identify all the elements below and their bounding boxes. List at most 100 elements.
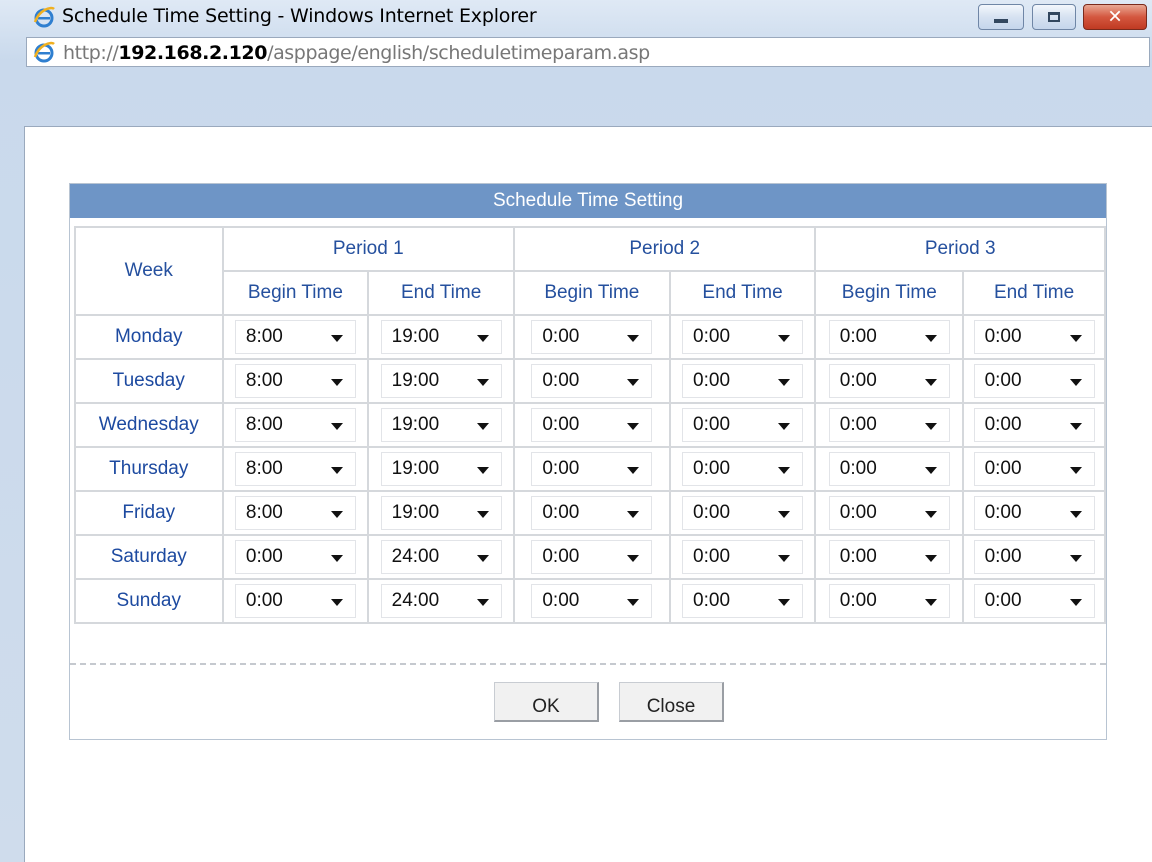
period-1-end-select[interactable]: 24:00 (380, 540, 502, 574)
period-3-begin-select[interactable]: 0:00 (828, 584, 950, 618)
dropdown-arrow-icon (778, 511, 791, 518)
period-3-begin-select[interactable]: 0:00 (828, 408, 950, 442)
close-button[interactable]: Close (619, 682, 724, 722)
minimize-button[interactable] (978, 4, 1024, 30)
time-cell: 8:00 (221, 402, 370, 448)
select-value: 0:00 (542, 326, 580, 347)
select-value: 0:00 (245, 590, 283, 611)
period-2-end-select[interactable]: 0:00 (682, 584, 804, 618)
period-2-end-select[interactable]: 0:00 (682, 540, 804, 574)
dropdown-arrow-icon (924, 335, 937, 342)
ok-button[interactable]: OK (494, 682, 599, 722)
select-value: 0:00 (693, 502, 731, 523)
select-value: 0:00 (542, 546, 580, 567)
select-value: 0:00 (542, 458, 580, 479)
select-value: 0:00 (542, 502, 580, 523)
close-window-button[interactable]: ✕ (1083, 4, 1147, 30)
time-cell: 0:00 (668, 358, 817, 404)
period-2-begin-select[interactable]: 0:00 (531, 408, 653, 442)
schedule-rows: Monday 8:00 19:00 0:00 0:00 0:00 0:00 Tuesday 8:… (74, 314, 1106, 624)
dropdown-arrow-icon (330, 379, 343, 386)
maximize-button[interactable] (1032, 4, 1076, 30)
period-1-end-select[interactable]: 19:00 (380, 364, 502, 398)
period-3-begin-select[interactable]: 0:00 (828, 540, 950, 574)
time-cell: 0:00 (513, 358, 671, 404)
period-2-begin-select[interactable]: 0:00 (531, 364, 653, 398)
period-1-begin-select[interactable]: 0:00 (234, 540, 356, 574)
period-2-end-select[interactable]: 0:00 (682, 320, 804, 354)
day-label: Thursday (74, 446, 224, 492)
dropdown-arrow-icon (1069, 423, 1082, 430)
time-cell: 0:00 (513, 534, 671, 580)
period-1-end-select[interactable]: 19:00 (380, 408, 502, 442)
address-bar[interactable]: http://192.168.2.120/asppage/english/sch… (26, 37, 1150, 67)
period-1-end-select[interactable]: 24:00 (380, 584, 502, 618)
period-3-begin-select[interactable]: 0:00 (828, 496, 950, 530)
dropdown-arrow-icon (924, 599, 937, 606)
select-value: 0:00 (984, 502, 1022, 523)
select-value: 0:00 (693, 326, 731, 347)
period-1-begin-select[interactable]: 8:00 (234, 496, 356, 530)
period-2-begin-select[interactable]: 0:00 (531, 540, 653, 574)
maximize-icon (1048, 12, 1060, 22)
minimize-icon (994, 19, 1008, 23)
period-1-end-select[interactable]: 19:00 (380, 320, 502, 354)
period-1-begin-select[interactable]: 8:00 (234, 408, 356, 442)
day-label: Wednesday (74, 402, 224, 448)
panel-title: Schedule Time Setting (70, 184, 1106, 218)
ie-logo-icon (33, 6, 55, 28)
dropdown-arrow-icon (778, 423, 791, 430)
table-row: Thursday 8:00 19:00 0:00 0:00 0:00 0:00 (74, 446, 1106, 492)
period-2-begin-select[interactable]: 0:00 (531, 496, 653, 530)
period-1-begin-select[interactable]: 8:00 (234, 364, 356, 398)
period-2-end-select[interactable]: 0:00 (682, 496, 804, 530)
period-3-begin-select[interactable]: 0:00 (828, 320, 950, 354)
time-cell: 0:00 (814, 534, 965, 580)
period-2-end-select[interactable]: 0:00 (682, 452, 804, 486)
select-value: 0:00 (839, 458, 877, 479)
begin-time-header: Begin Time (814, 270, 965, 316)
title-bar[interactable]: Schedule Time Setting - Windows Internet… (0, 0, 1152, 34)
period-3-end-select[interactable]: 0:00 (973, 452, 1095, 486)
period-1-begin-select[interactable]: 8:00 (234, 320, 356, 354)
period-3-begin-select[interactable]: 0:00 (828, 364, 950, 398)
dropdown-arrow-icon (330, 599, 343, 606)
dropdown-arrow-icon (476, 555, 489, 562)
period-2-begin-select[interactable]: 0:00 (531, 452, 653, 486)
period-3-end-select[interactable]: 0:00 (973, 584, 1095, 618)
dropdown-arrow-icon (924, 423, 937, 430)
period-3-begin-select[interactable]: 0:00 (828, 452, 950, 486)
select-value: 24:00 (391, 546, 440, 567)
period-1-end-select[interactable]: 19:00 (380, 452, 502, 486)
dropdown-arrow-icon (1069, 379, 1082, 386)
period-3-end-select[interactable]: 0:00 (973, 364, 1095, 398)
period-3-end-select[interactable]: 0:00 (973, 320, 1095, 354)
period-2-begin-select[interactable]: 0:00 (531, 320, 653, 354)
period-3-end-select[interactable]: 0:00 (973, 540, 1095, 574)
select-value: 0:00 (693, 414, 731, 435)
select-value: 8:00 (245, 502, 283, 523)
period-2-begin-select[interactable]: 0:00 (531, 584, 653, 618)
dropdown-arrow-icon (1069, 599, 1082, 606)
url-text: http://192.168.2.120/asppage/english/sch… (63, 42, 650, 64)
dropdown-arrow-icon (778, 555, 791, 562)
time-cell: 24:00 (367, 578, 516, 624)
period-1-end-select[interactable]: 19:00 (380, 496, 502, 530)
time-cell: 0:00 (962, 358, 1106, 404)
period-1-begin-select[interactable]: 8:00 (234, 452, 356, 486)
period-2-end-select[interactable]: 0:00 (682, 408, 804, 442)
table-row: Friday 8:00 19:00 0:00 0:00 0:00 0:00 (74, 490, 1106, 536)
dropdown-arrow-icon (476, 335, 489, 342)
period-2-end-select[interactable]: 0:00 (682, 364, 804, 398)
time-cell: 0:00 (668, 578, 817, 624)
period-1-begin-select[interactable]: 0:00 (234, 584, 356, 618)
day-label: Sunday (74, 578, 224, 624)
select-value: 8:00 (245, 458, 283, 479)
period-3-end-select[interactable]: 0:00 (973, 408, 1095, 442)
period-3-end-select[interactable]: 0:00 (973, 496, 1095, 530)
select-value: 19:00 (391, 370, 440, 391)
select-value: 19:00 (391, 414, 440, 435)
schedule-table: Week Period 1 Period 2 Period 3 Begin Ti… (74, 226, 1106, 624)
time-cell: 8:00 (221, 358, 370, 404)
time-cell: 0:00 (668, 490, 817, 536)
